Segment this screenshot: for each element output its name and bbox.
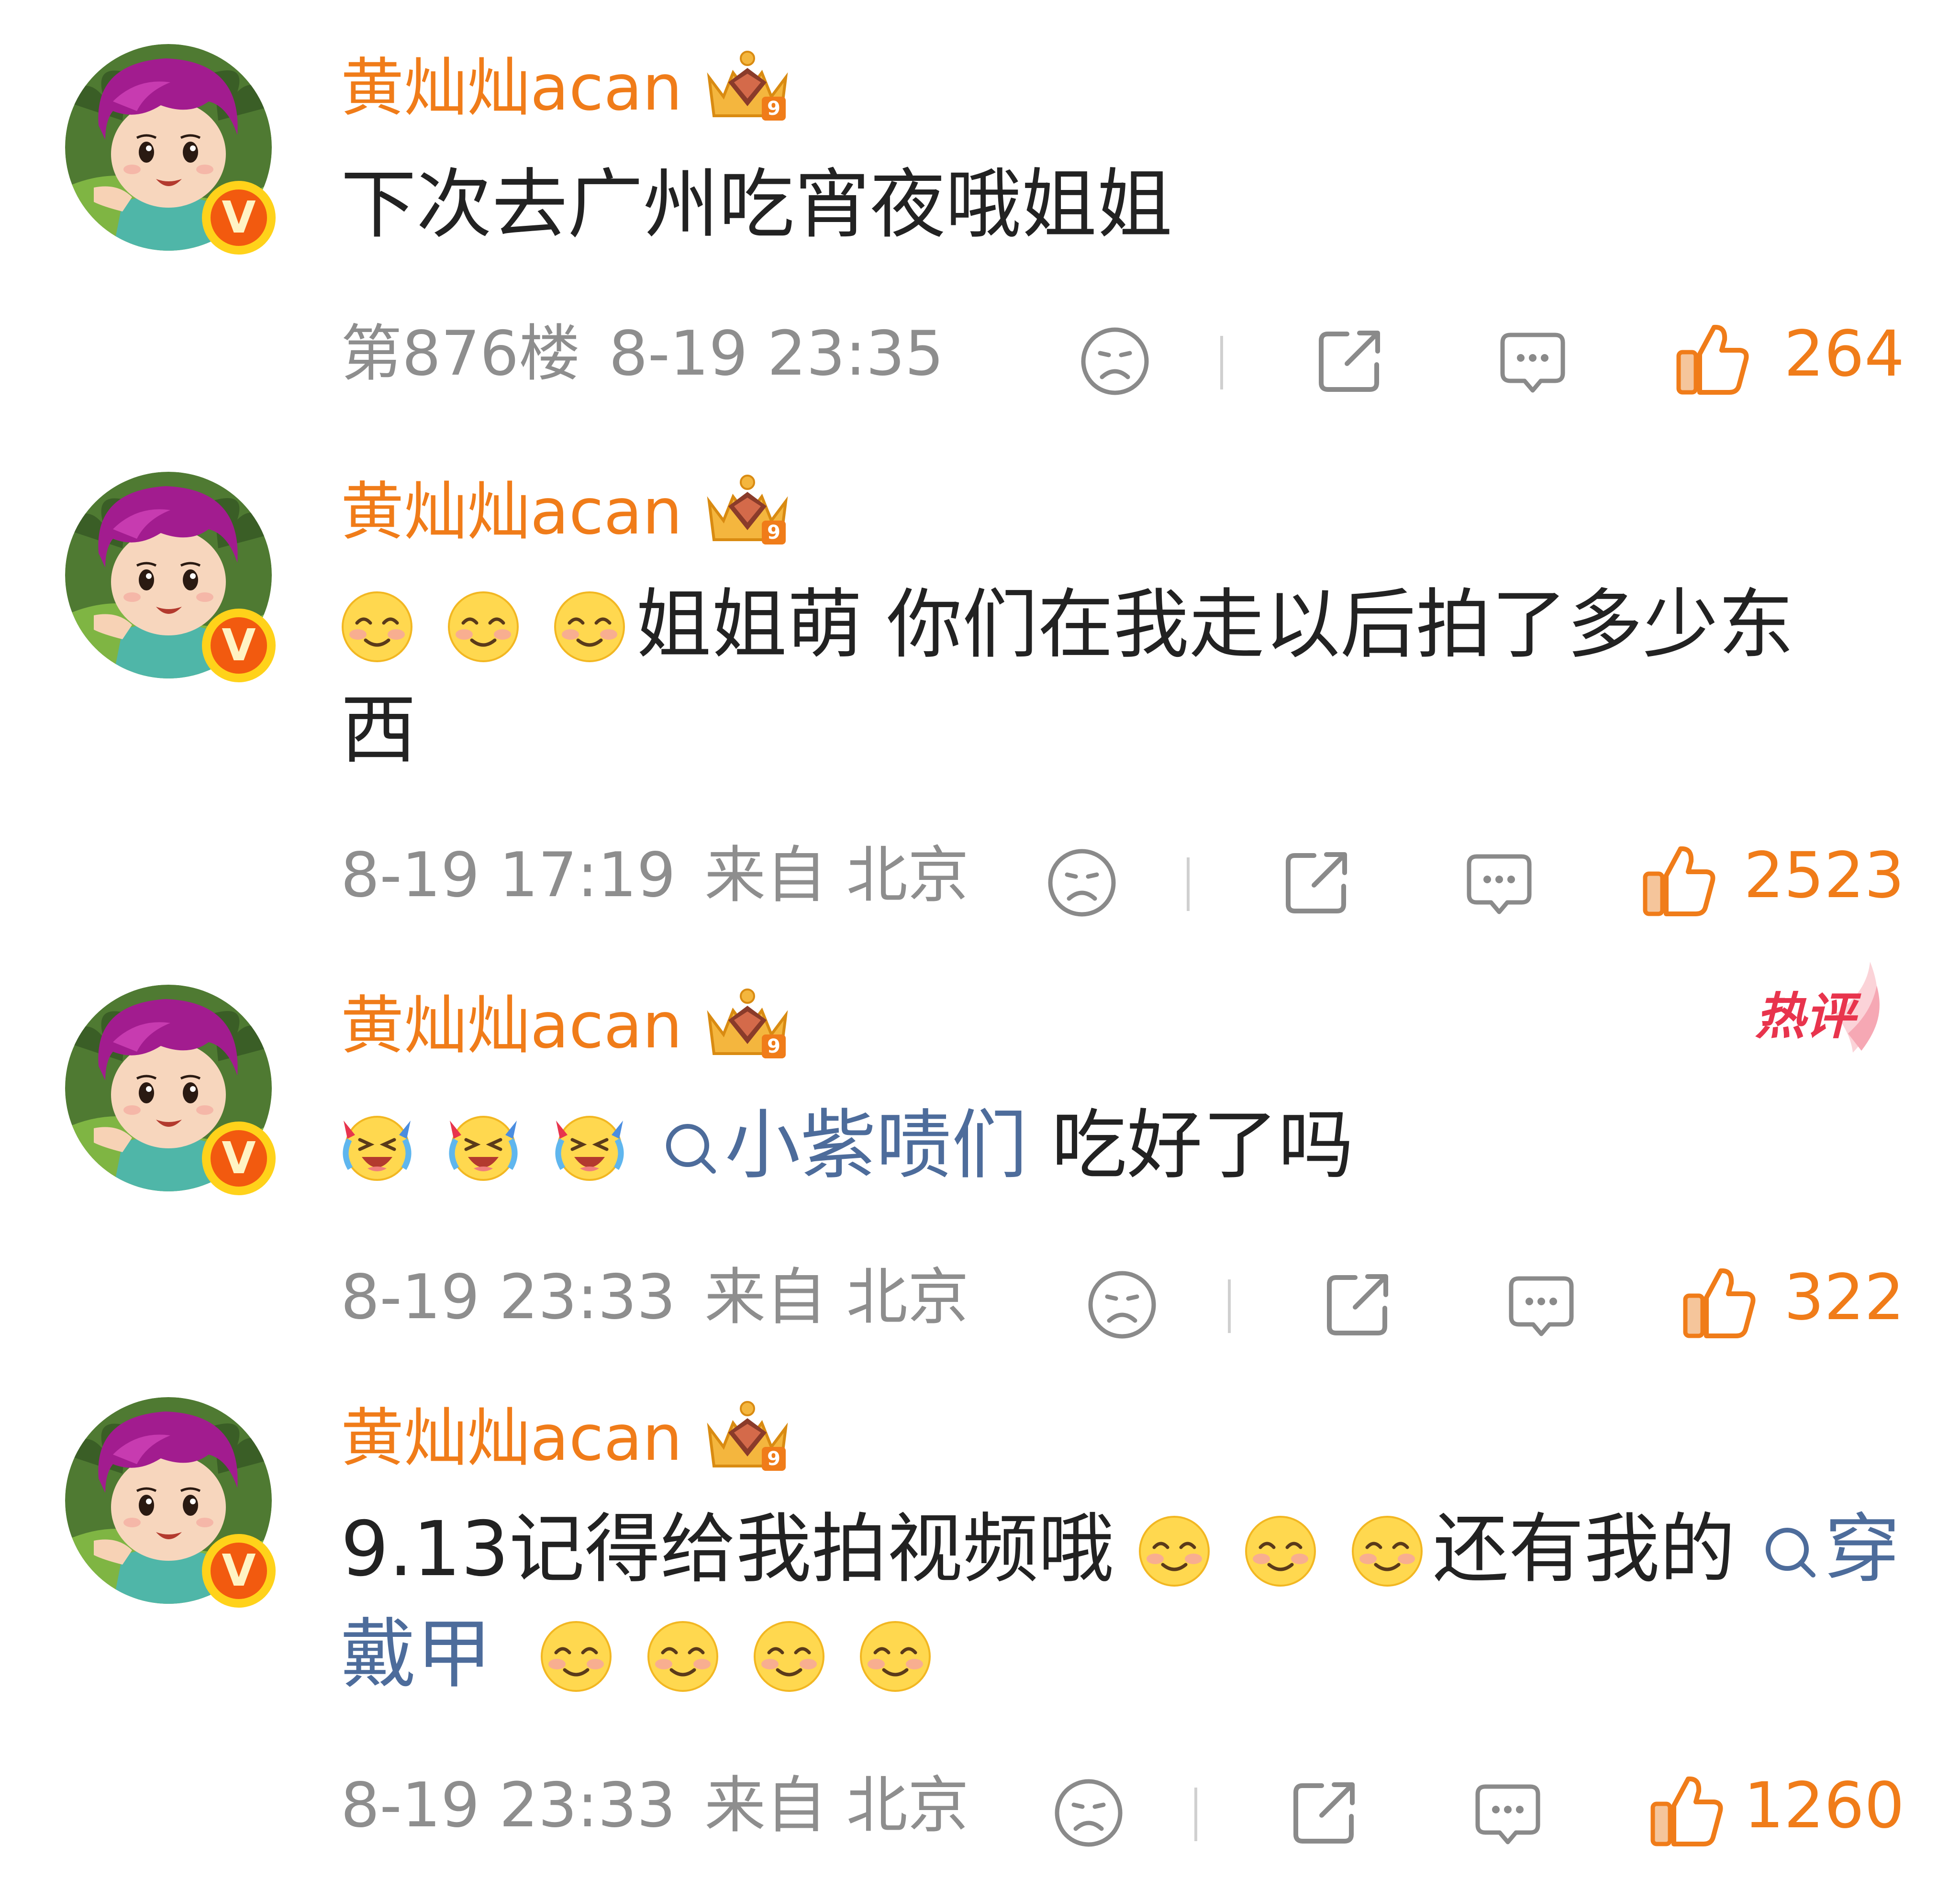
- timestamp: 8-19 23:33: [341, 1770, 676, 1841]
- dislike-button[interactable]: [1086, 1269, 1158, 1341]
- svg-text:9: 9: [767, 98, 780, 120]
- avatar[interactable]: V: [65, 985, 276, 1195]
- action-divider: [1194, 1788, 1197, 1841]
- comment-meta: 第876楼 8-19 23:35: [341, 311, 944, 397]
- share-button[interactable]: [1288, 1777, 1360, 1849]
- verified-badge-letter: V: [211, 617, 267, 674]
- comment-text-segment: 下次去广州吃宵夜哦姐姐: [341, 161, 1172, 249]
- username[interactable]: 黄灿灿acan: [341, 50, 682, 126]
- verified-badge-icon: V: [202, 1534, 276, 1608]
- smile-emoji: [1326, 1505, 1433, 1593]
- like-button[interactable]: [1648, 1772, 1725, 1849]
- smile-emoji: [516, 1611, 622, 1699]
- comment-meta-row: 8-19 23:33 来自 北京 1260: [341, 1763, 1904, 1849]
- verified-badge-icon: V: [202, 609, 276, 682]
- location-text: 来自 北京: [704, 1262, 969, 1333]
- like-count[interactable]: 322: [1784, 1255, 1904, 1341]
- smile-emoji: [729, 1611, 835, 1699]
- svg-text:9: 9: [767, 1035, 780, 1057]
- topic-link[interactable]: 小紫啧们: [635, 1101, 1027, 1189]
- smile-emoji: [835, 1611, 941, 1699]
- smile-emoji: [529, 581, 635, 669]
- username[interactable]: 黄灿灿acan: [341, 1400, 682, 1477]
- share-button[interactable]: [1322, 1269, 1393, 1341]
- comment-text-segment: 吃好了吗: [1027, 1101, 1354, 1189]
- smile-emoji: [1220, 1505, 1326, 1593]
- vip-crown-icon: 9: [682, 473, 795, 551]
- avatar[interactable]: V: [65, 472, 276, 682]
- comment-text-segment: 9.13记得给我拍视频哦: [341, 1505, 1114, 1593]
- smile-emoji: [622, 1611, 728, 1699]
- share-button[interactable]: [1281, 847, 1352, 919]
- laugh-cry-emoji: [529, 1101, 635, 1189]
- avatar[interactable]: V: [65, 1397, 276, 1608]
- timestamp: 8-19 23:35: [609, 318, 944, 389]
- like-count[interactable]: 1260: [1744, 1763, 1904, 1849]
- search-topic-icon: [1736, 1505, 1825, 1593]
- reply-button[interactable]: [1463, 847, 1535, 919]
- smile-emoji: [341, 581, 423, 669]
- dislike-button[interactable]: [1046, 847, 1118, 919]
- dislike-button[interactable]: [1053, 1777, 1125, 1849]
- reply-button[interactable]: [1505, 1269, 1577, 1341]
- vip-crown-icon: 9: [682, 49, 795, 127]
- comment-text-segment: 还有我的: [1433, 1505, 1736, 1593]
- comment-meta: 8-19 17:19 来自 北京: [341, 833, 969, 919]
- share-button[interactable]: [1314, 325, 1385, 397]
- topic-label: 小紫啧们: [724, 1101, 1027, 1189]
- like-count[interactable]: 2523: [1744, 833, 1904, 919]
- comment-meta-row: 第876楼 8-19 23:35 264: [341, 311, 1904, 397]
- location-text: 来自 北京: [704, 840, 969, 911]
- timestamp: 8-19 23:33: [341, 1262, 676, 1333]
- verified-badge-letter: V: [211, 1130, 267, 1187]
- smile-emoji: [1114, 1505, 1220, 1593]
- action-divider: [1220, 336, 1223, 389]
- username-row: 黄灿灿acan 9: [341, 988, 795, 1064]
- laugh-cry-emoji: [341, 1101, 423, 1189]
- vip-crown-icon: 9: [682, 987, 795, 1065]
- username[interactable]: 黄灿灿acan: [341, 988, 682, 1064]
- action-divider: [1187, 857, 1190, 911]
- vip-crown-icon: 9: [682, 1399, 795, 1478]
- comment-text: 下次去广州吃宵夜哦姐姐: [341, 152, 1910, 257]
- search-topic-icon: [635, 1101, 724, 1189]
- smile-emoji: [423, 581, 529, 669]
- verified-badge-letter: V: [211, 1543, 267, 1599]
- like-count[interactable]: 264: [1784, 311, 1904, 397]
- comment-meta: 8-19 23:33 来自 北京: [341, 1255, 969, 1341]
- comment-text: 小紫啧们 吃好了吗: [341, 1093, 1910, 1198]
- like-button[interactable]: [1674, 321, 1750, 397]
- hot-comment-badge: 热评: [1742, 957, 1895, 1062]
- avatar[interactable]: V: [65, 44, 276, 255]
- comment-meta-row: 8-19 23:33 来自 北京 322: [341, 1255, 1904, 1341]
- verified-badge-letter: V: [211, 189, 267, 246]
- comment-text-segment: [492, 1611, 516, 1699]
- svg-text:9: 9: [767, 522, 780, 544]
- action-divider: [1228, 1279, 1231, 1333]
- reply-button[interactable]: [1497, 325, 1569, 397]
- username-row: 黄灿灿acan 9: [341, 474, 795, 550]
- floor-number: 第876楼: [341, 318, 580, 389]
- svg-text:9: 9: [767, 1448, 780, 1470]
- comment-text: 9.13记得给我拍视频哦 还有我的 穿戴甲: [341, 1497, 1910, 1707]
- timestamp: 8-19 17:19: [341, 840, 676, 911]
- username[interactable]: 黄灿灿acan: [341, 474, 682, 550]
- comment-meta-row: 8-19 17:19 来自 北京 2523: [341, 833, 1904, 919]
- username-row: 黄灿灿acan 9: [341, 50, 795, 126]
- reply-button[interactable]: [1472, 1777, 1544, 1849]
- like-button[interactable]: [1681, 1264, 1757, 1341]
- like-button[interactable]: [1640, 842, 1717, 919]
- verified-badge-icon: V: [202, 181, 276, 255]
- username-row: 黄灿灿acan 9: [341, 1400, 795, 1477]
- hot-comment-label: 热评: [1755, 987, 1855, 1045]
- comment-text: 姐姐萌 你们在我走以后拍了多少东西: [341, 572, 1853, 783]
- location-text: 来自 北京: [704, 1770, 969, 1841]
- laugh-cry-emoji: [423, 1101, 529, 1189]
- comment-meta: 8-19 23:33 来自 北京: [341, 1763, 969, 1849]
- dislike-button[interactable]: [1079, 325, 1151, 397]
- verified-badge-icon: V: [202, 1122, 276, 1195]
